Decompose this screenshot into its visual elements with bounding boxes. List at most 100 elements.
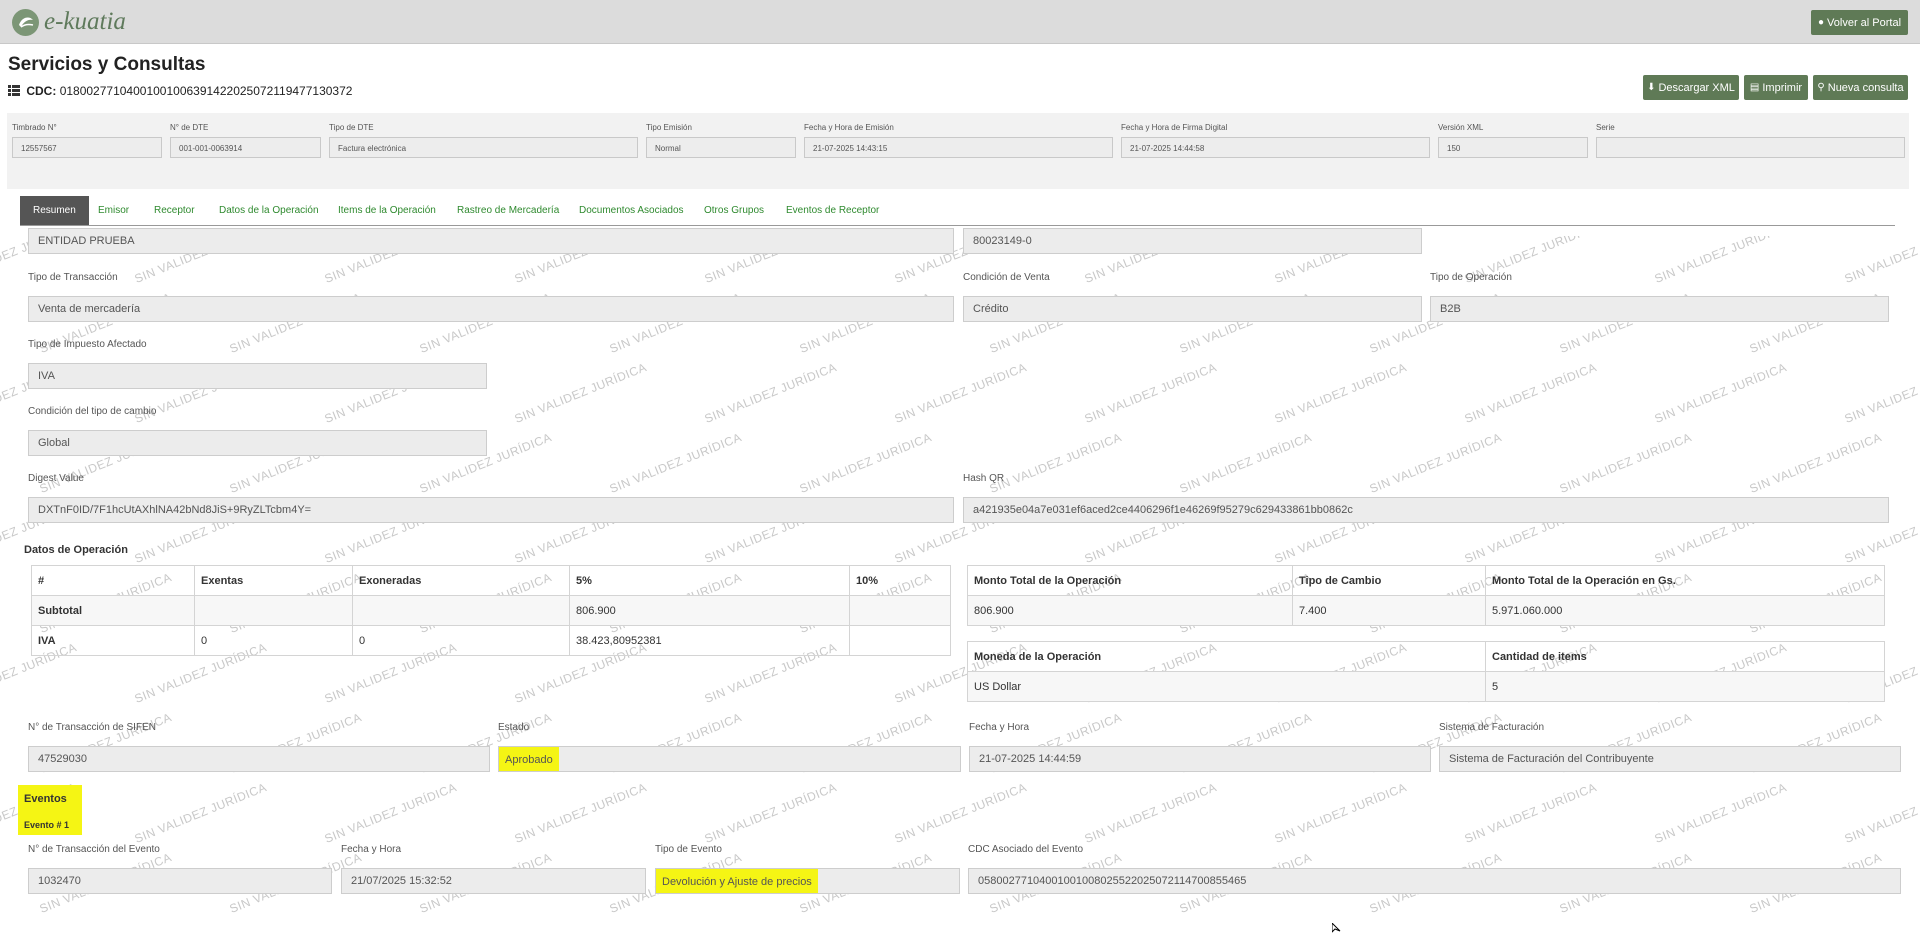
table-header-cell: Monto Total de la Operación — [967, 565, 1293, 596]
tipo-transaccion-label: Tipo de Transacción — [28, 272, 118, 283]
evento-fecha-input[interactable]: 21/07/2025 15:32:52 — [341, 868, 646, 894]
watermark-text: SIN VALIDEZ JURÍDICA — [1652, 780, 1789, 846]
tipo-evento-input[interactable]: Devolución y Ajuste de precios — [655, 868, 960, 894]
table-header-cell: Monto Total de la Operación en Gs. — [1485, 565, 1885, 596]
table-header-cell: 5% — [569, 565, 850, 596]
serie-input[interactable] — [1596, 137, 1905, 158]
download-xml-label: Descargar XML — [1658, 81, 1735, 94]
table-cell — [849, 595, 951, 626]
watermark-text: SIN VALIDEZ JURÍDICA — [1747, 430, 1884, 496]
version-xml-label: Versión XML — [1438, 123, 1484, 132]
evento-transaccion-input[interactable]: 1032470 — [28, 868, 332, 894]
tipo-transaccion-input[interactable]: Venta de mercadería — [28, 296, 954, 322]
tab-rastreo-mercaderia[interactable]: Rastreo de Mercadería — [457, 196, 559, 225]
list-icon — [8, 84, 20, 99]
tab-emisor[interactable]: Emisor — [98, 196, 129, 225]
table-header-cell: Exentas — [194, 565, 353, 596]
table-cell: 5.971.060.000 — [1485, 595, 1885, 626]
tipo-evento-value: Devolución y Ajuste de precios — [656, 869, 818, 893]
cdc-asociado-input[interactable]: 0580027710400100100802552202507211470085… — [968, 868, 1901, 894]
tab-datos-operacion[interactable]: Datos de la Operación — [219, 196, 319, 225]
table-header-row: Monto Total de la Operación Tipo de Camb… — [967, 565, 1885, 596]
table-cell: IVA — [31, 625, 195, 656]
watermark-text: SIN VALIDEZ JURÍDICA — [797, 430, 934, 496]
watermark-text: SIN VALIDEZ JURÍDICA — [1462, 360, 1599, 426]
watermark-text: SIN VALIDEZ JURÍDICA — [512, 780, 649, 846]
top-bar: e-kuatia ● Volver al Portal — [0, 0, 1920, 44]
table-header-row: Moneda de la Operación Cantidad de items — [967, 641, 1885, 672]
sistema-label: Sistema de Facturación — [1439, 722, 1545, 733]
eventos-title: Eventos — [24, 793, 67, 805]
watermark-text: SIN VALIDEZ JURÍDICA — [1082, 360, 1219, 426]
sistema-input[interactable]: Sistema de Facturación del Contribuyente — [1439, 746, 1901, 772]
new-query-button[interactable]: ⚲ Nueva consulta — [1813, 75, 1908, 100]
serie-field: Serie — [1596, 123, 1905, 158]
tipo-emision-input[interactable]: Normal — [646, 137, 796, 158]
tab-receptor[interactable]: Receptor — [154, 196, 195, 225]
tipo-impuesto-input[interactable]: IVA — [28, 363, 487, 389]
condicion-venta-input[interactable]: Crédito — [963, 296, 1422, 322]
tab-resumen[interactable]: Resumen — [20, 196, 89, 225]
print-label: Imprimir — [1762, 81, 1803, 94]
table-cell — [352, 595, 570, 626]
watermark-text: SIN VALIDEZ JURÍDICA — [1842, 360, 1920, 426]
tab-items-operacion[interactable]: Items de la Operación — [338, 196, 436, 225]
table-row: IVA 0 0 38.423,80952381 — [31, 625, 951, 656]
timbrado-input[interactable]: 12557567 — [12, 137, 162, 158]
tipo-impuesto-label: Tipo de Impuesto Afectado — [28, 339, 147, 350]
back-to-portal-button[interactable]: ● Volver al Portal — [1811, 10, 1908, 35]
tipo-dte-field: Tipo de DTE Factura electrónica — [329, 123, 638, 158]
arrow-circle-icon: ● — [1817, 17, 1825, 28]
table-header-row: # Exentas Exoneradas 5% 10% — [31, 565, 951, 596]
nro-dte-label: N° de DTE — [170, 123, 209, 132]
tax-table: # Exentas Exoneradas 5% 10% Subtotal 806… — [31, 565, 951, 656]
estado-input[interactable]: Aprobado — [498, 746, 961, 772]
digest-input[interactable]: DXTnF0ID/7F1hcUtAXhlNA42bNd8JiS+9RyZLTcb… — [28, 497, 954, 523]
back-to-portal-label: Volver al Portal — [1827, 16, 1902, 29]
fecha-emision-input[interactable]: 21-07-2025 14:43:15 — [804, 137, 1113, 158]
table-cell: 0 — [352, 625, 570, 656]
tab-eventos-receptor[interactable]: Eventos de Receptor — [786, 196, 879, 225]
download-xml-button[interactable]: ⬇ Descargar XML — [1643, 75, 1739, 100]
watermark-text: SIN VALIDEZ JURÍDICA — [1462, 780, 1599, 846]
hash-qr-input[interactable]: a421935e04a7e031ef6aced2ce4406296f1e4626… — [963, 497, 1889, 523]
fecha-firma-field: Fecha y Hora de Firma Digital 21-07-2025… — [1121, 123, 1430, 158]
condicion-cambio-input[interactable]: Global — [28, 430, 487, 456]
tipo-operacion-input[interactable]: B2B — [1430, 296, 1889, 322]
fecha-emision-field: Fecha y Hora de Emisión 21-07-2025 14:43… — [804, 123, 1113, 158]
estado-label: Estado — [498, 722, 530, 733]
cdc-asociado-label: CDC Asociado del Evento — [968, 844, 1084, 855]
logo[interactable]: e-kuatia — [12, 8, 126, 36]
cdc-line: CDC: 01800277104001001006391422025072119… — [8, 84, 352, 99]
cdc-label: CDC: — [26, 84, 57, 98]
fecha-firma-input[interactable]: 21-07-2025 14:44:58 — [1121, 137, 1430, 158]
nro-dte-input[interactable]: 001-001-0063914 — [170, 137, 321, 158]
tabs-divider — [20, 225, 1895, 226]
fecha-hora-input[interactable]: 21-07-2025 14:44:59 — [969, 746, 1431, 772]
totals-table: Monto Total de la Operación Tipo de Camb… — [967, 565, 1885, 626]
cdc-value: 0180027710400100100639142202507211947713… — [59, 84, 353, 98]
print-button[interactable]: ▤ Imprimir — [1744, 75, 1808, 100]
logo-text: e-kuatia — [44, 8, 126, 35]
evento-transaccion-label: N° de Transacción del Evento — [28, 844, 160, 855]
watermark-text: SIN VALIDEZ JURÍDICA — [702, 360, 839, 426]
tipo-evento-label: Tipo de Evento — [655, 844, 722, 855]
watermark-text: SIN VALIDEZ JURÍDICA — [892, 780, 1029, 846]
watermark-text: SIN VALIDEZ JURÍDICA — [1652, 360, 1789, 426]
version-xml-input[interactable]: 150 — [1438, 137, 1588, 158]
tipo-dte-input[interactable]: Factura electrónica — [329, 137, 638, 158]
watermark-text: SIN VALIDEZ JURÍDICA — [1842, 780, 1920, 846]
tab-otros-grupos[interactable]: Otros Grupos — [704, 196, 764, 225]
tipo-emision-field: Tipo Emisión Normal — [646, 123, 796, 158]
sifen-transaccion-input[interactable]: 47529030 — [28, 746, 490, 772]
table-header-cell: Tipo de Cambio — [1292, 565, 1486, 596]
tab-documentos-asociados[interactable]: Documentos Asociados — [579, 196, 684, 225]
table-cell: 806.900 — [967, 595, 1293, 626]
sifen-transaccion-label: N° de Transacción de SIFEN — [28, 722, 156, 733]
table-cell: 806.900 — [569, 595, 850, 626]
table-header-cell: Moneda de la Operación — [967, 641, 1486, 672]
entidad-input[interactable]: ENTIDAD PRUEBA — [28, 228, 954, 254]
condicion-cambio-label: Condición del tipo de cambio — [28, 406, 157, 417]
logo-icon — [12, 8, 39, 36]
ruc-input[interactable]: 80023149-0 — [963, 228, 1422, 254]
